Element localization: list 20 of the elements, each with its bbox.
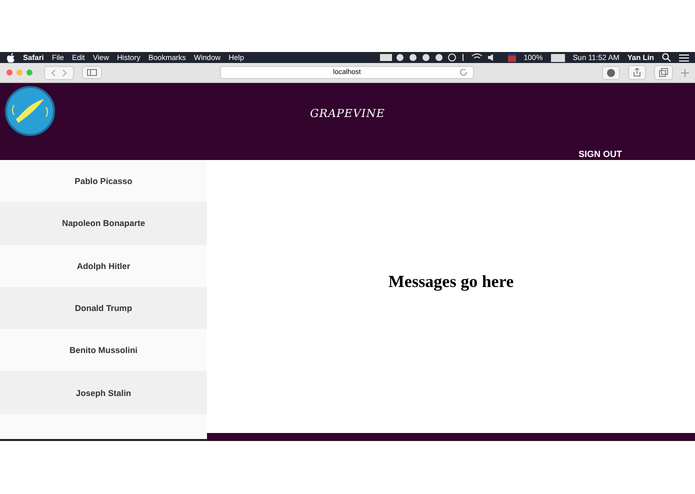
new-tab-icon[interactable]	[681, 68, 689, 76]
search-icon[interactable]	[662, 53, 671, 62]
share-icon[interactable]	[628, 65, 646, 80]
messages-notice: Messages go here	[388, 272, 514, 292]
brand-title: GRAPEVINE	[310, 107, 385, 120]
download-icon[interactable]	[602, 66, 620, 80]
logo-icon[interactable]	[4, 85, 56, 137]
contact-item[interactable]: Benito Mussolini	[0, 329, 207, 372]
sign-out-link[interactable]: SIGN OUT	[578, 149, 622, 159]
apple-icon[interactable]	[6, 52, 15, 62]
back-forward-icon[interactable]	[44, 66, 74, 80]
contact-item[interactable]: Adolph Hitler	[0, 244, 207, 287]
list-icon[interactable]	[679, 54, 689, 62]
battery-icon[interactable]	[550, 54, 565, 62]
sidebar-icon[interactable]	[82, 66, 102, 79]
contact-item[interactable]: Joseph Stalin	[0, 371, 207, 414]
contact-item[interactable]: Pablo Picasso	[0, 160, 207, 202]
contact-item[interactable]: Napoleon Bonaparte	[0, 202, 207, 245]
contact-item[interactable]: Donald Trump	[0, 286, 207, 330]
flag-icon[interactable]	[508, 54, 516, 62]
